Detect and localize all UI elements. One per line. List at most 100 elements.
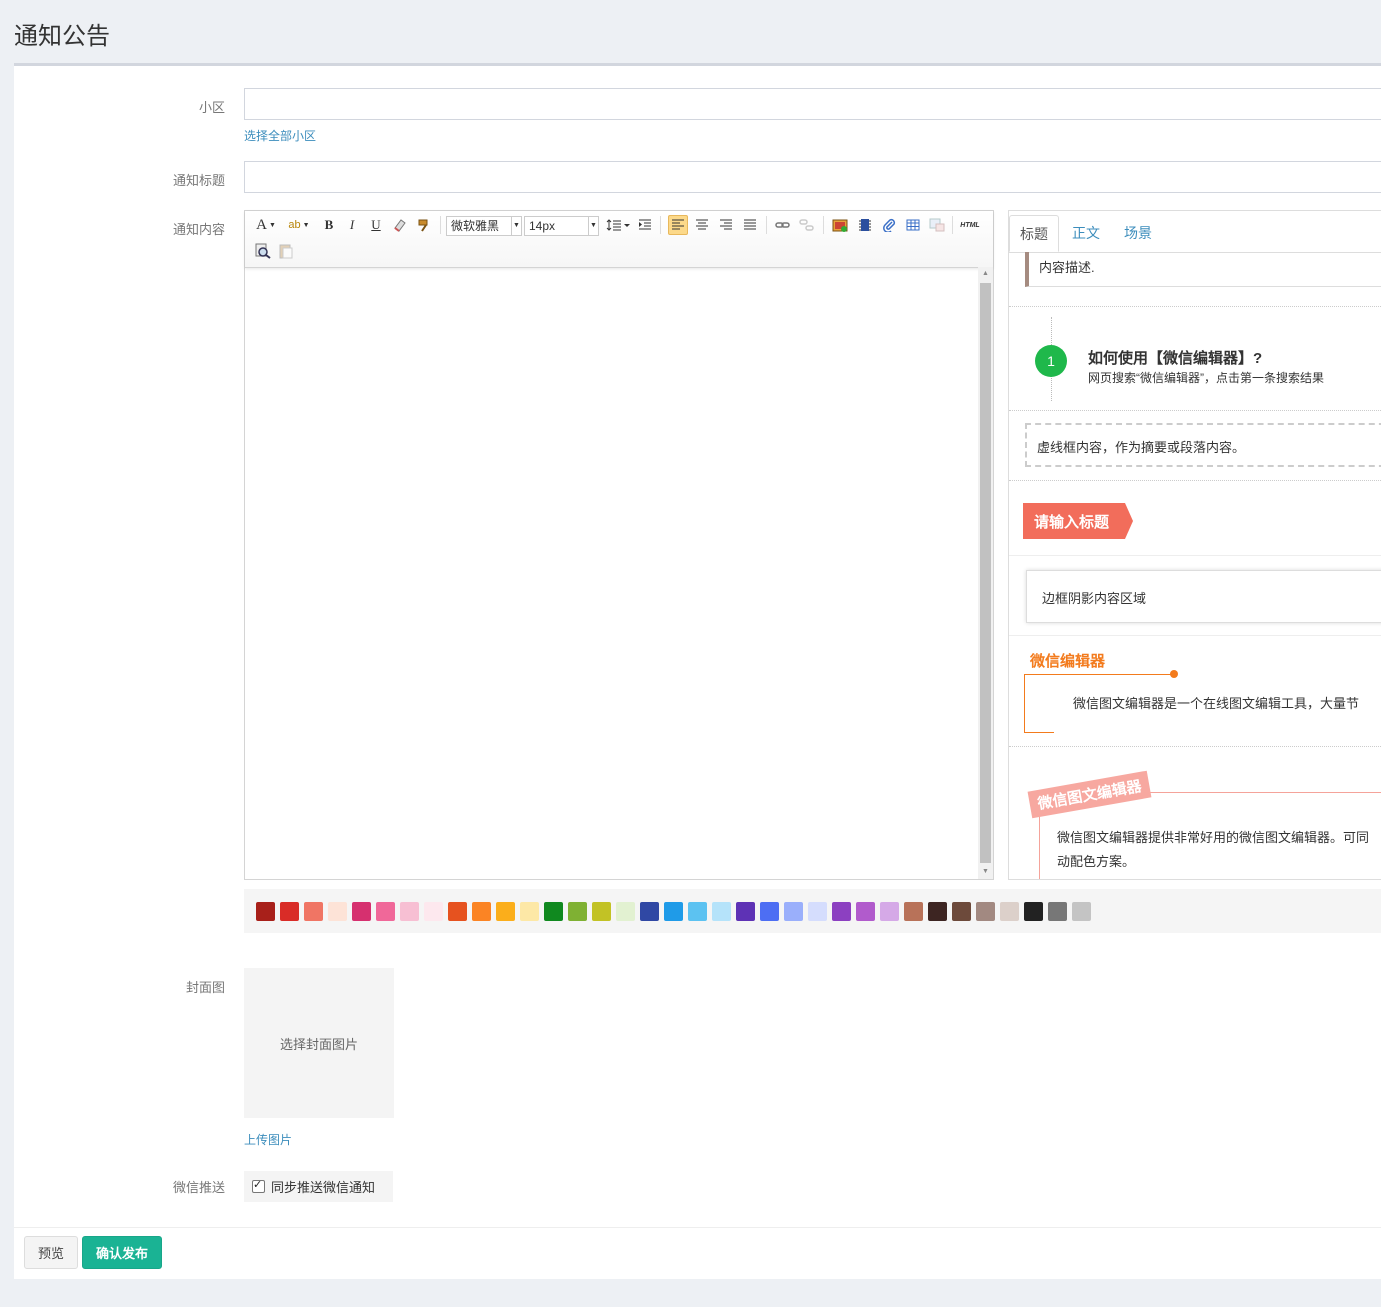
shadow-box-text: 边框阴影内容区域 bbox=[1042, 591, 1147, 606]
step-subtitle: 网页搜索“微信编辑器”，点击第一条搜索结果 bbox=[1088, 371, 1324, 385]
editor-scrollbar[interactable]: ▲ ▼ bbox=[978, 267, 993, 879]
highlight-color-icon[interactable]: ab ▼ bbox=[285, 215, 313, 235]
color-swatch[interactable] bbox=[472, 902, 491, 921]
color-swatch[interactable] bbox=[928, 902, 947, 921]
color-swatch[interactable] bbox=[976, 902, 995, 921]
color-swatch[interactable] bbox=[1048, 902, 1067, 921]
color-swatch[interactable] bbox=[256, 902, 275, 921]
link-icon[interactable] bbox=[773, 215, 793, 235]
sync-wechat-option[interactable]: 同步推送微信通知 bbox=[244, 1171, 393, 1202]
preview-button[interactable]: 预览 bbox=[24, 1236, 79, 1269]
color-swatch[interactable] bbox=[808, 902, 827, 921]
tab-title[interactable]: 标题 bbox=[1009, 215, 1059, 252]
align-left-icon[interactable] bbox=[668, 215, 688, 235]
color-swatch[interactable] bbox=[904, 902, 923, 921]
color-swatch[interactable] bbox=[496, 902, 515, 921]
cover-image-picker[interactable]: 选择封面图片 bbox=[244, 968, 394, 1118]
template-orange-block[interactable]: 微信编辑器 微信图文编辑器是一个在线图文编辑工具，大量节 bbox=[1009, 636, 1381, 746]
color-swatch[interactable] bbox=[712, 902, 731, 921]
scroll-down-icon[interactable]: ▼ bbox=[978, 865, 993, 879]
color-swatch[interactable] bbox=[328, 902, 347, 921]
color-swatch[interactable] bbox=[520, 902, 539, 921]
html-source-icon[interactable]: HTML bbox=[957, 215, 983, 235]
color-swatch[interactable] bbox=[952, 902, 971, 921]
color-swatch[interactable] bbox=[448, 902, 467, 921]
bold-icon[interactable]: B bbox=[319, 215, 339, 235]
tab-scene[interactable]: 场景 bbox=[1124, 223, 1152, 243]
template-shadow-box[interactable]: 边框阴影内容区域 bbox=[1026, 570, 1381, 623]
notice-content-label: 通知内容 bbox=[172, 222, 225, 237]
notice-title-input[interactable] bbox=[244, 161, 1381, 193]
format-brush-icon[interactable] bbox=[414, 215, 434, 235]
template-tabs: 标题 正文 场景 bbox=[1009, 211, 1381, 253]
orange-dot-icon bbox=[1170, 670, 1178, 678]
color-swatch[interactable] bbox=[352, 902, 371, 921]
scrollbar-thumb[interactable] bbox=[980, 283, 991, 863]
word-image-icon[interactable] bbox=[927, 215, 947, 235]
align-justify-icon[interactable] bbox=[740, 215, 760, 235]
video-icon[interactable] bbox=[855, 215, 875, 235]
page-title: 通知公告 bbox=[14, 23, 110, 50]
color-swatch[interactable] bbox=[544, 902, 563, 921]
dropdown-arrow-icon: ▼ bbox=[588, 217, 598, 235]
italic-icon[interactable]: I bbox=[342, 215, 362, 235]
eraser-icon[interactable] bbox=[390, 215, 410, 235]
color-swatch[interactable] bbox=[568, 902, 587, 921]
color-swatch[interactable] bbox=[640, 902, 659, 921]
color-swatch[interactable] bbox=[376, 902, 395, 921]
color-swatch[interactable] bbox=[832, 902, 851, 921]
indent-icon[interactable] bbox=[635, 215, 655, 235]
sync-wechat-label: 同步推送微信通知 bbox=[271, 1180, 376, 1195]
search-replace-icon[interactable] bbox=[253, 241, 273, 261]
template-dashed-box[interactable]: 虚线框内容，作为摘要或段落内容。 bbox=[1025, 423, 1381, 467]
template-step-block[interactable]: 1 如何使用【微信编辑器】? 网页搜索“微信编辑器”，点击第一条搜索结果 bbox=[1009, 307, 1381, 409]
tag-body-text-1: 微信图文编辑器提供非常好用的微信图文编辑器。可同 bbox=[1057, 830, 1370, 845]
font-size-select[interactable]: 14px ▼ bbox=[524, 216, 599, 236]
sync-wechat-checkbox[interactable] bbox=[252, 1178, 265, 1193]
color-palette bbox=[244, 889, 1381, 933]
scroll-up-icon[interactable]: ▲ bbox=[978, 267, 993, 281]
align-right-icon[interactable] bbox=[716, 215, 736, 235]
color-swatch[interactable] bbox=[1072, 902, 1091, 921]
color-swatch[interactable] bbox=[424, 902, 443, 921]
color-swatch[interactable] bbox=[736, 902, 755, 921]
tag-body-text-2: 动配色方案。 bbox=[1057, 854, 1136, 869]
color-swatch[interactable] bbox=[664, 902, 683, 921]
tab-body[interactable]: 正文 bbox=[1072, 223, 1100, 243]
color-swatch[interactable] bbox=[400, 902, 419, 921]
color-swatch[interactable] bbox=[1024, 902, 1043, 921]
color-swatch[interactable] bbox=[592, 902, 611, 921]
template-desc-block[interactable]: 内容描述. bbox=[1025, 252, 1381, 287]
template-tag-block[interactable]: 微信图文编辑器 微信图文编辑器提供非常好用的微信图文编辑器。可同 动配色方案。 bbox=[1009, 747, 1381, 879]
color-swatch[interactable] bbox=[880, 902, 899, 921]
color-swatch[interactable] bbox=[616, 902, 635, 921]
community-input[interactable] bbox=[244, 88, 1381, 120]
color-swatch[interactable] bbox=[1000, 902, 1019, 921]
underline-icon[interactable]: U bbox=[366, 215, 386, 235]
color-swatch[interactable] bbox=[784, 902, 803, 921]
template-panel: 标题 正文 场景 内容描述. 1 如何使用【微信编辑器】? 网页搜索“微信编辑器… bbox=[1008, 210, 1381, 880]
color-swatch[interactable] bbox=[856, 902, 875, 921]
color-swatch[interactable] bbox=[304, 902, 323, 921]
font-family-select[interactable]: 微软雅黑 ▼ bbox=[446, 216, 522, 236]
select-all-communities-link[interactable]: 选择全部小区 bbox=[244, 127, 316, 144]
align-center-icon[interactable] bbox=[692, 215, 712, 235]
paste-icon[interactable] bbox=[276, 241, 296, 261]
color-swatch[interactable] bbox=[688, 902, 707, 921]
color-swatch[interactable] bbox=[280, 902, 299, 921]
upload-image-link[interactable]: 上传图片 bbox=[244, 1131, 292, 1148]
unlink-icon[interactable] bbox=[797, 215, 817, 235]
attachment-icon[interactable] bbox=[879, 215, 899, 235]
step-title: 如何使用【微信编辑器】? bbox=[1088, 350, 1263, 367]
notice-title-label: 通知标题 bbox=[172, 173, 225, 188]
font-color-icon[interactable]: A ▼ bbox=[253, 215, 279, 235]
table-icon[interactable] bbox=[903, 215, 923, 235]
line-height-icon[interactable] bbox=[605, 215, 631, 235]
form-footer: 预览 确认发布 bbox=[14, 1227, 1381, 1280]
font-family-value: 微软雅黑 bbox=[451, 219, 500, 233]
publish-button[interactable]: 确认发布 bbox=[82, 1236, 163, 1269]
image-icon[interactable] bbox=[830, 215, 850, 235]
color-swatch[interactable] bbox=[760, 902, 779, 921]
editor-toolbar: A ▼ ab ▼ B I U 微软雅黑 ▼ 14px ▼ HTML bbox=[245, 211, 993, 268]
community-label: 小区 bbox=[198, 100, 225, 115]
